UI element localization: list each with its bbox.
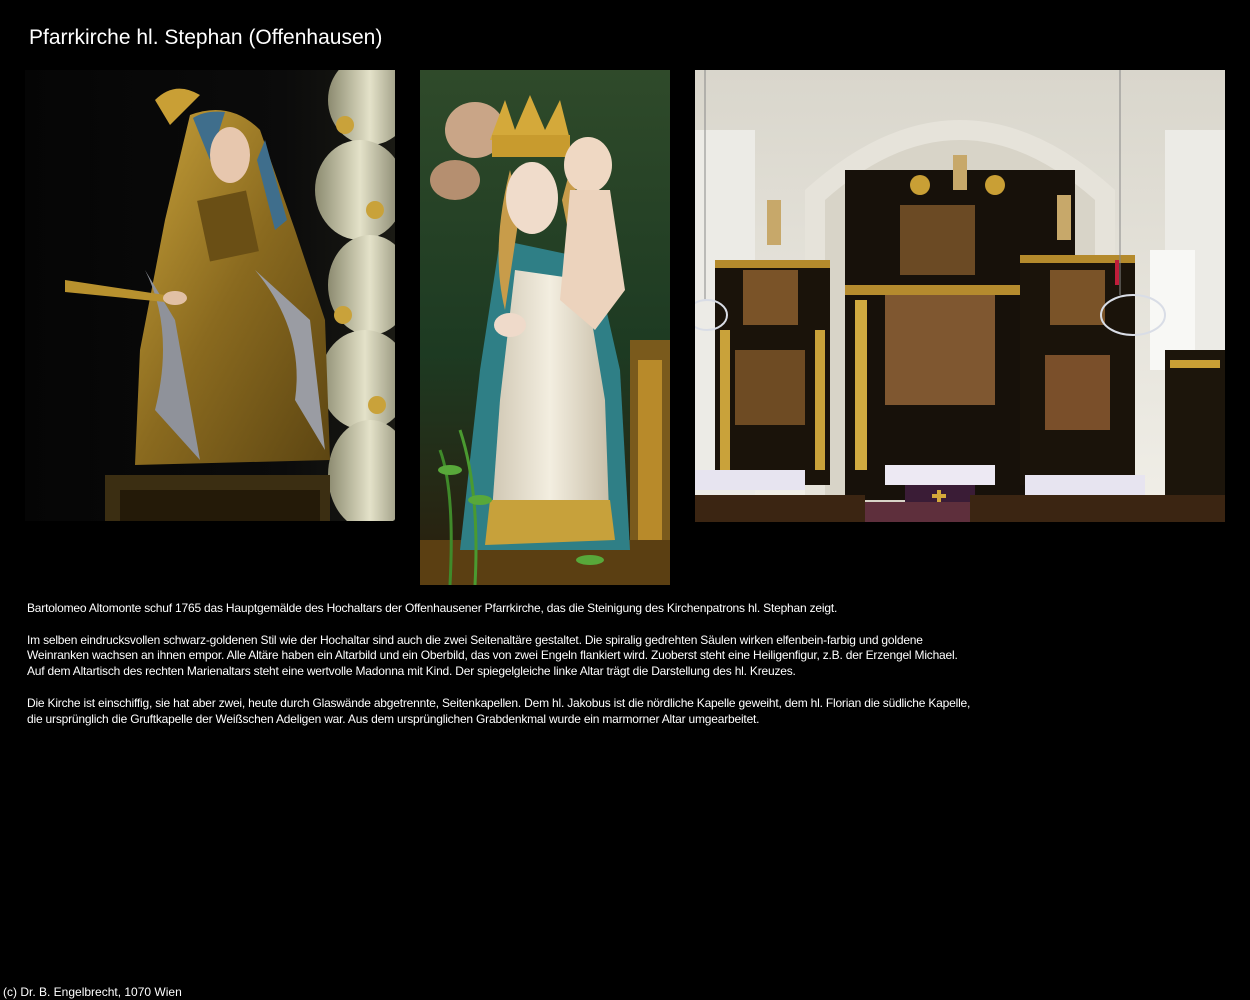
paragraph-side-chapels: Die Kirche ist einschiffig, sie hat aber… — [27, 695, 971, 726]
page-title: Pfarrkirche hl. Stephan (Offenhausen) — [29, 26, 383, 49]
paragraph-high-altar: Bartolomeo Altomonte schuf 1765 das Haup… — [27, 601, 838, 615]
copyright-footer: (c) Dr. B. Engelbrecht, 1070 Wien — [3, 985, 182, 999]
saint-statue-photo[interactable] — [25, 70, 395, 521]
description-text: Bartolomeo Altomonte schuf 1765 das Haup… — [27, 601, 972, 743]
church-interior-altar-photo[interactable] — [695, 70, 1225, 522]
madonna-statue-photo[interactable] — [420, 70, 670, 585]
paragraph-side-altars: Im selben eindrucksvollen schwarz-golden… — [27, 632, 958, 679]
